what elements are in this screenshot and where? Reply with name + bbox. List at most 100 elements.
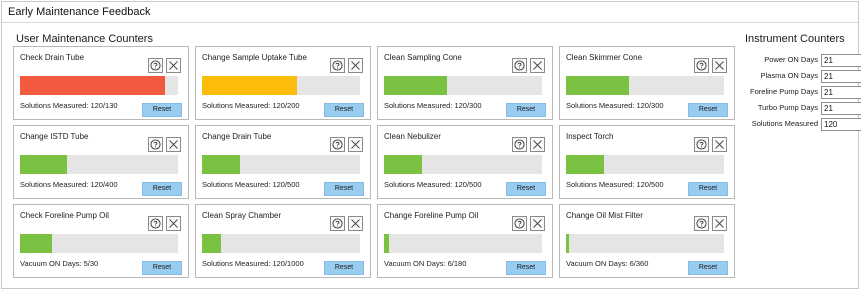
help-button[interactable]: [330, 137, 345, 152]
counter-row: Power ON Days: [746, 54, 861, 67]
close-button[interactable]: [530, 137, 545, 152]
card-status: Solutions Measured: 120/500: [566, 180, 664, 189]
window-title: Early Maintenance Feedback: [2, 2, 858, 23]
maintenance-card: Clean Spray Chamber Solutions Measured: …: [195, 204, 371, 278]
progress-bar: [384, 234, 542, 253]
card-title: Clean Skimmer Cone: [566, 53, 643, 62]
help-circle-icon: [514, 218, 525, 229]
card-title: Change ISTD Tube: [20, 132, 89, 141]
progress-bar: [566, 155, 724, 174]
counter-row: Turbo Pump Days: [746, 102, 861, 115]
help-circle-icon: [332, 60, 343, 71]
close-button[interactable]: [530, 58, 545, 73]
progress-fill: [384, 76, 448, 95]
progress-fill: [202, 155, 240, 174]
card-title: Change Oil Mist Filter: [566, 211, 643, 220]
close-button[interactable]: [712, 216, 727, 231]
help-button[interactable]: [148, 58, 163, 73]
close-button[interactable]: [712, 137, 727, 152]
card-title: Clean Spray Chamber: [202, 211, 282, 220]
counter-field[interactable]: [821, 102, 861, 115]
card-status: Vacuum ON Days: 6/180: [384, 259, 467, 268]
reset-button[interactable]: Reset: [324, 261, 364, 275]
help-circle-icon: [696, 139, 707, 150]
card-status: Vacuum ON Days: 6/360: [566, 259, 649, 268]
help-circle-icon: [332, 218, 343, 229]
progress-fill: [20, 76, 166, 95]
reset-button[interactable]: Reset: [506, 261, 546, 275]
reset-button[interactable]: Reset: [142, 261, 182, 275]
close-button[interactable]: [712, 58, 727, 73]
instrument-counters-panel: Power ON Days Plasma ON Days Foreline Pu…: [746, 54, 861, 134]
card-status: Solutions Measured: 120/500: [384, 180, 482, 189]
card-title: Clean Nebulizer: [384, 132, 441, 141]
help-button[interactable]: [512, 58, 527, 73]
close-button[interactable]: [166, 58, 181, 73]
close-x-icon: [169, 61, 178, 70]
reset-button[interactable]: Reset: [506, 103, 546, 117]
help-button[interactable]: [694, 216, 709, 231]
counter-field[interactable]: [821, 118, 861, 131]
help-circle-icon: [514, 60, 525, 71]
reset-button[interactable]: Reset: [688, 103, 728, 117]
progress-fill: [384, 234, 390, 253]
close-button[interactable]: [348, 216, 363, 231]
maintenance-card: Check Foreline Pump Oil Vacuum ON Days: …: [13, 204, 189, 278]
counter-label: Turbo Pump Days: [757, 103, 818, 112]
reset-button[interactable]: Reset: [688, 182, 728, 196]
reset-button[interactable]: Reset: [506, 182, 546, 196]
instrument-counters-title: Instrument Counters: [745, 33, 845, 45]
card-status: Solutions Measured: 120/400: [20, 180, 118, 189]
reset-button[interactable]: Reset: [142, 103, 182, 117]
progress-bar: [566, 234, 724, 253]
maintenance-card: Change Foreline Pump Oil Vacuum ON Days:…: [377, 204, 553, 278]
help-button[interactable]: [694, 137, 709, 152]
card-title: Check Drain Tube: [20, 53, 85, 62]
help-button[interactable]: [694, 58, 709, 73]
reset-button[interactable]: Reset: [688, 261, 728, 275]
close-button[interactable]: [348, 137, 363, 152]
progress-fill: [20, 234, 52, 253]
help-button[interactable]: [148, 137, 163, 152]
help-circle-icon: [150, 139, 161, 150]
close-x-icon: [351, 140, 360, 149]
progress-bar: [384, 155, 542, 174]
help-button[interactable]: [330, 216, 345, 231]
reset-button[interactable]: Reset: [142, 182, 182, 196]
progress-bar: [20, 155, 178, 174]
help-circle-icon: [696, 218, 707, 229]
progress-bar: [566, 76, 724, 95]
help-circle-icon: [332, 139, 343, 150]
help-circle-icon: [150, 218, 161, 229]
close-button[interactable]: [348, 58, 363, 73]
progress-bar: [202, 76, 360, 95]
help-button[interactable]: [512, 216, 527, 231]
progress-bar: [20, 234, 178, 253]
close-button[interactable]: [166, 137, 181, 152]
close-button[interactable]: [530, 216, 545, 231]
reset-button[interactable]: Reset: [324, 182, 364, 196]
maintenance-card: Change ISTD Tube Solutions Measured: 120…: [13, 125, 189, 199]
close-x-icon: [715, 61, 724, 70]
maintenance-card: Clean Skimmer Cone Solutions Measured: 1…: [559, 46, 735, 120]
progress-fill: [566, 76, 630, 95]
help-circle-icon: [514, 139, 525, 150]
close-button[interactable]: [166, 216, 181, 231]
maintenance-card: Change Drain Tube Solutions Measured: 12…: [195, 125, 371, 199]
help-button[interactable]: [148, 216, 163, 231]
user-maintenance-counters-title: User Maintenance Counters: [16, 33, 153, 45]
counter-label: Plasma ON Days: [760, 71, 818, 80]
counter-field[interactable]: [821, 54, 861, 67]
counter-field[interactable]: [821, 70, 861, 83]
card-status: Vacuum ON Days: 5/30: [20, 259, 99, 268]
help-button[interactable]: [512, 137, 527, 152]
card-status: Solutions Measured: 120/300: [566, 101, 664, 110]
counter-field[interactable]: [821, 86, 861, 99]
reset-button[interactable]: Reset: [324, 103, 364, 117]
help-circle-icon: [696, 60, 707, 71]
maintenance-card: Change Sample Uptake Tube Solutions Meas…: [195, 46, 371, 120]
help-button[interactable]: [330, 58, 345, 73]
maintenance-card-grid: Check Drain Tube Solutions Measured: 120…: [13, 46, 735, 278]
counter-row: Solutions Measured: [746, 118, 861, 131]
counter-label: Power ON Days: [764, 55, 818, 64]
